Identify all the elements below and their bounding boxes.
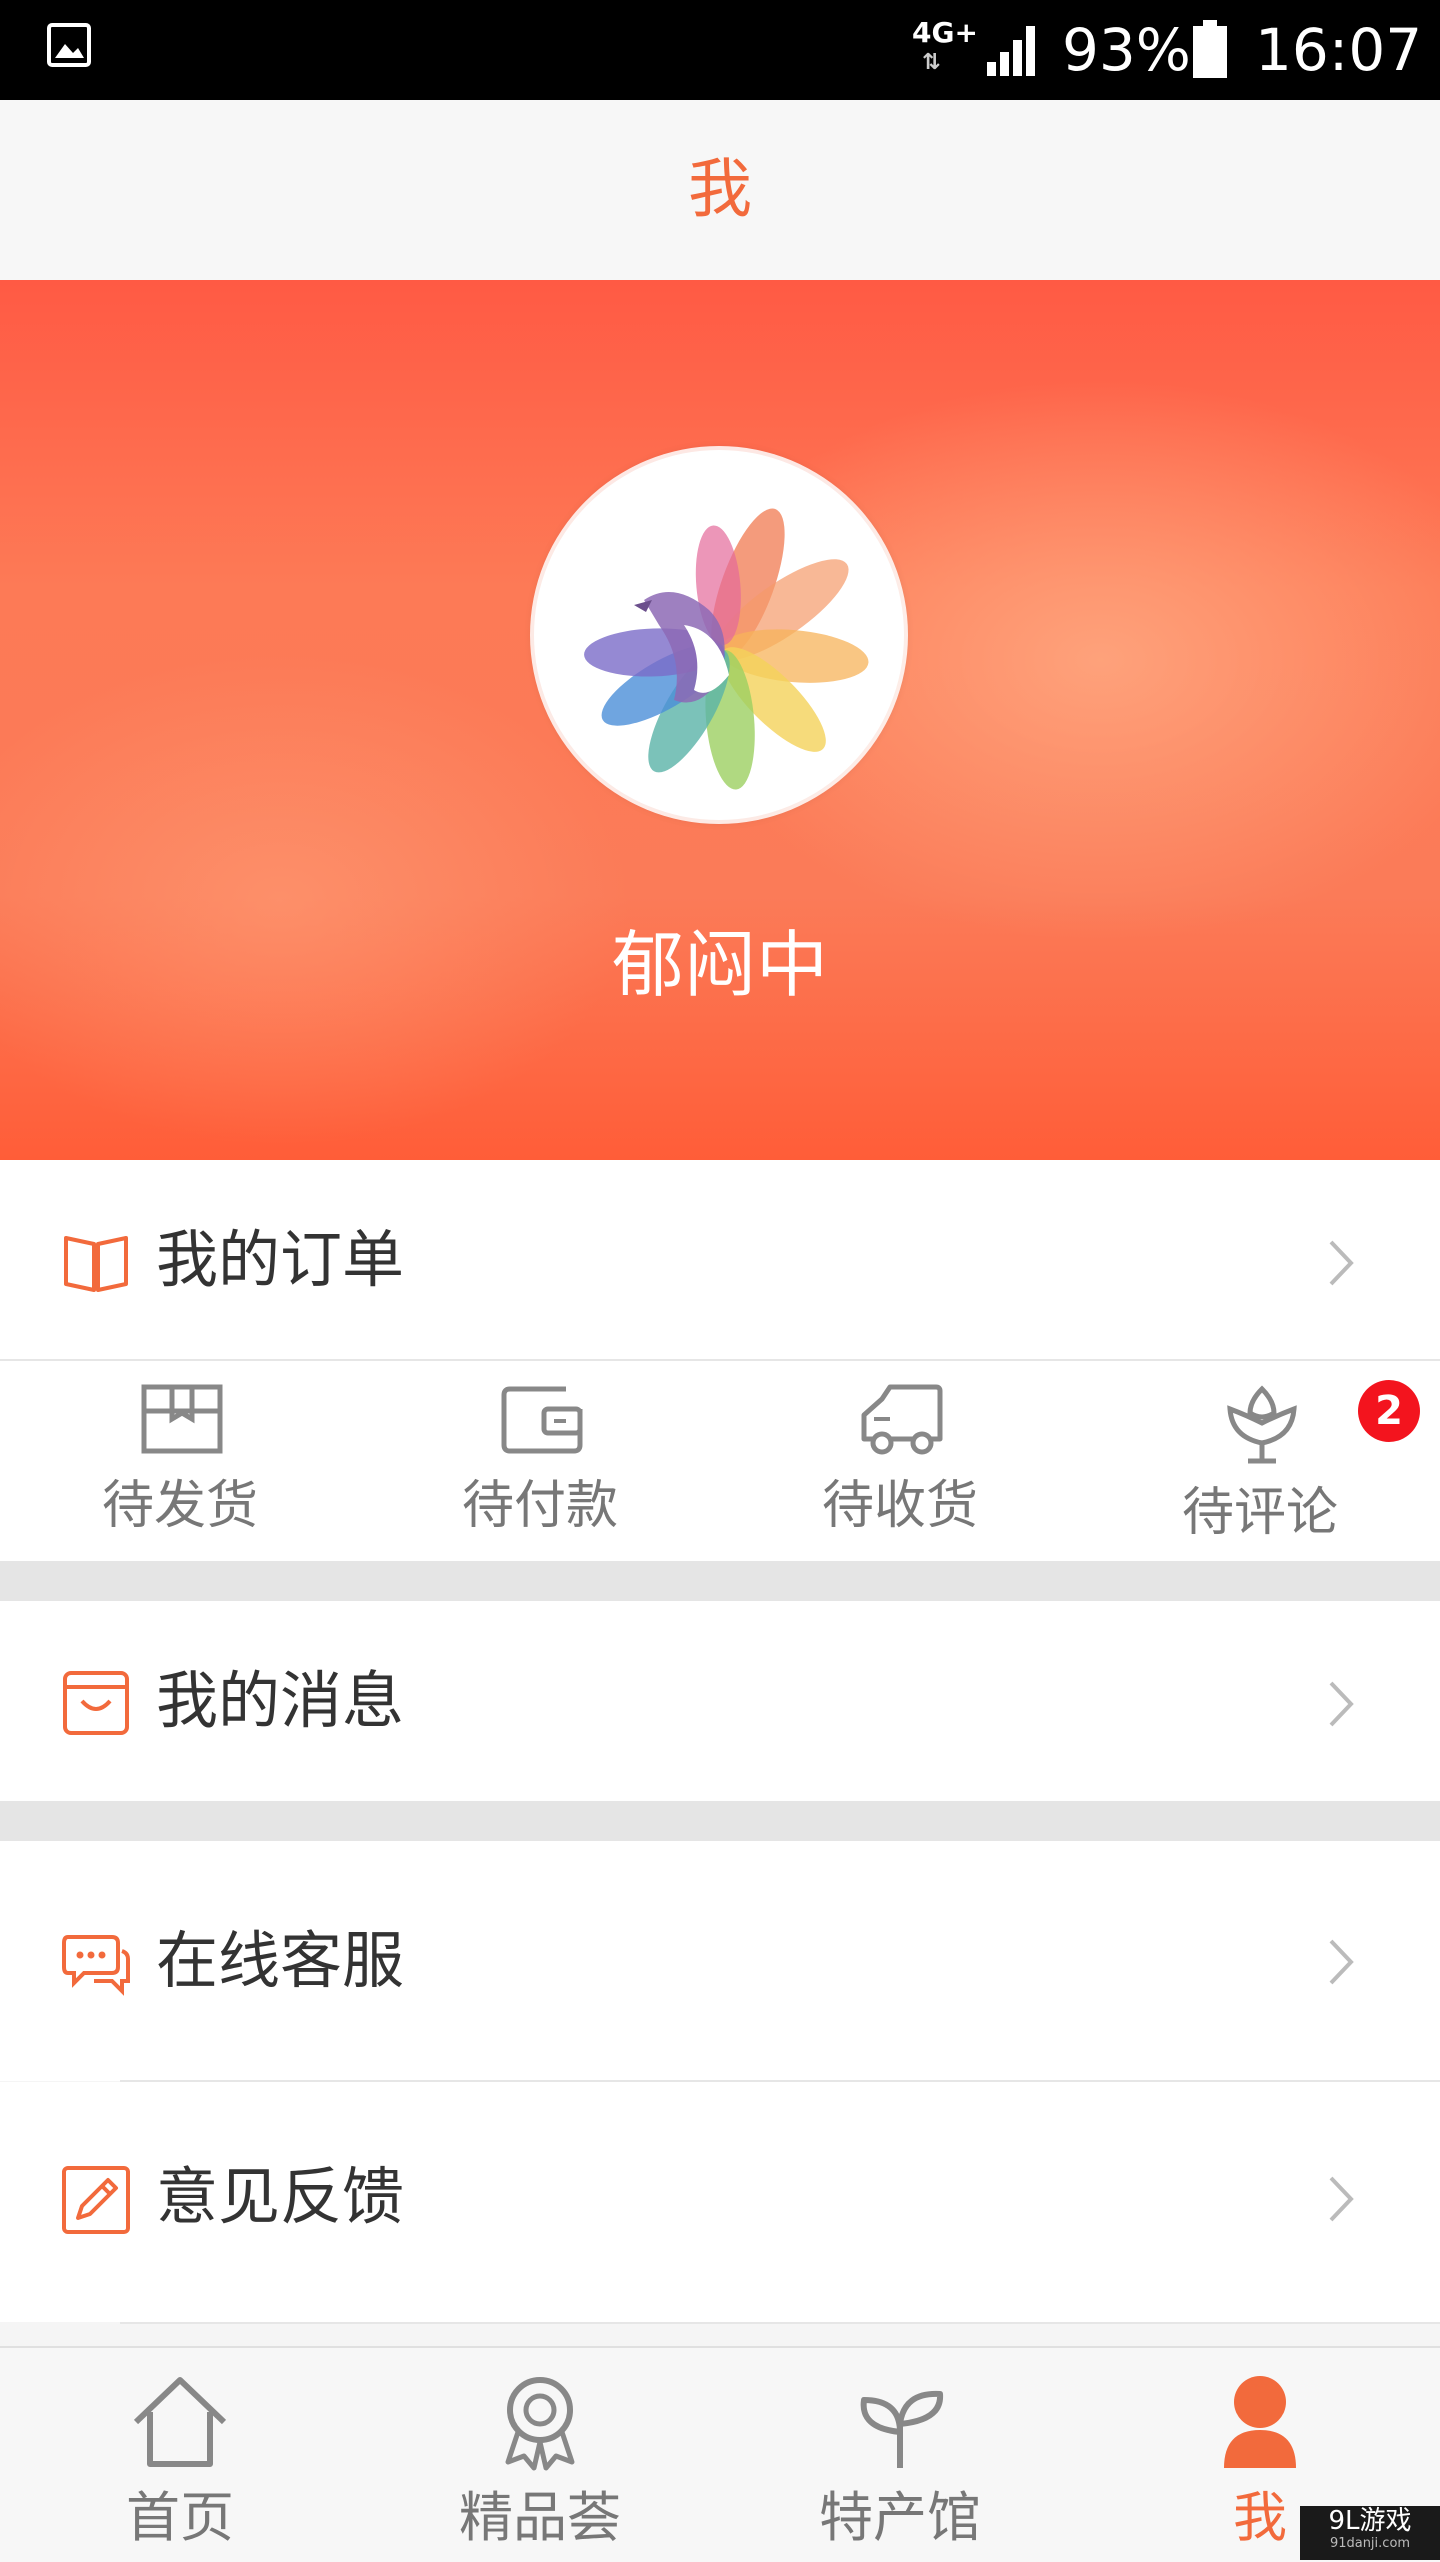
chat-bubbles-icon <box>60 1927 132 1999</box>
order-status-pending-receipt[interactable]: 待收货 <box>720 1361 1080 1561</box>
box-icon <box>141 1384 223 1454</box>
home-icon <box>133 2377 227 2467</box>
feedback-row[interactable]: 意见反馈 <box>0 2082 1440 2322</box>
battery-icon <box>1192 20 1228 84</box>
page-title: 我 <box>0 100 1440 281</box>
status-bar: 4G+ ⇅ 93% 16:07 <box>0 0 1440 100</box>
bottom-tab-bar: 首页 精品荟 特产馆 我 <box>0 2346 1440 2562</box>
customer-service-label: 在线客服 <box>156 1924 405 1997</box>
sprout-icon <box>860 2390 944 2468</box>
gallery-notification-icon <box>46 22 92 72</box>
my-messages-label: 我的消息 <box>156 1664 405 1737</box>
order-status-strip: 待发货 待付款 待收货 待评论 <box>0 1361 1440 1561</box>
avatar[interactable] <box>534 450 904 820</box>
feedback-label: 意见反馈 <box>156 2160 405 2233</box>
tab-specialty[interactable]: 特产馆 <box>720 2348 1080 2562</box>
profile-header: 郁闷中 <box>0 280 1440 1160</box>
award-icon <box>505 2377 575 2471</box>
order-status-pending-shipment[interactable]: 待发货 <box>0 1361 360 1561</box>
customer-service-row[interactable]: 在线客服 <box>0 1841 1440 2081</box>
my-messages-row[interactable]: 我的消息 <box>0 1601 1440 1801</box>
clock: 16:07 <box>1255 16 1423 84</box>
tab-home[interactable]: 首页 <box>0 2348 360 2562</box>
my-orders-label: 我的订单 <box>156 1223 405 1296</box>
chevron-right-icon <box>1326 1238 1356 1292</box>
review-count-badge: 2 <box>1358 1380 1420 1442</box>
signal-icon <box>985 22 1041 82</box>
chevron-right-icon <box>1326 1937 1356 1991</box>
network-indicator: 4G+ ⇅ <box>912 16 978 76</box>
book-icon <box>60 1226 132 1298</box>
section-gap <box>0 1561 1440 1601</box>
divider <box>120 2322 1440 2324</box>
wallet-icon <box>501 1386 583 1454</box>
message-box-icon <box>60 1667 132 1739</box>
edit-icon <box>60 2164 132 2236</box>
flower-icon <box>1227 1385 1297 1464</box>
truck-icon <box>861 1384 943 1455</box>
battery-percent: 93% <box>1062 16 1191 84</box>
chevron-right-icon <box>1326 1679 1356 1733</box>
user-icon <box>1224 2376 1296 2468</box>
chevron-right-icon <box>1326 2174 1356 2228</box>
my-orders-row[interactable]: 我的订单 <box>0 1160 1440 1360</box>
tab-featured[interactable]: 精品荟 <box>360 2348 720 2562</box>
section-gap <box>0 1801 1440 1841</box>
bird-logo-icon <box>584 508 869 790</box>
order-status-pending-payment[interactable]: 待付款 <box>360 1361 720 1561</box>
watermark-logo: 9L游戏 91danji.com <box>1300 2506 1440 2560</box>
username: 郁闷中 <box>611 923 828 1007</box>
